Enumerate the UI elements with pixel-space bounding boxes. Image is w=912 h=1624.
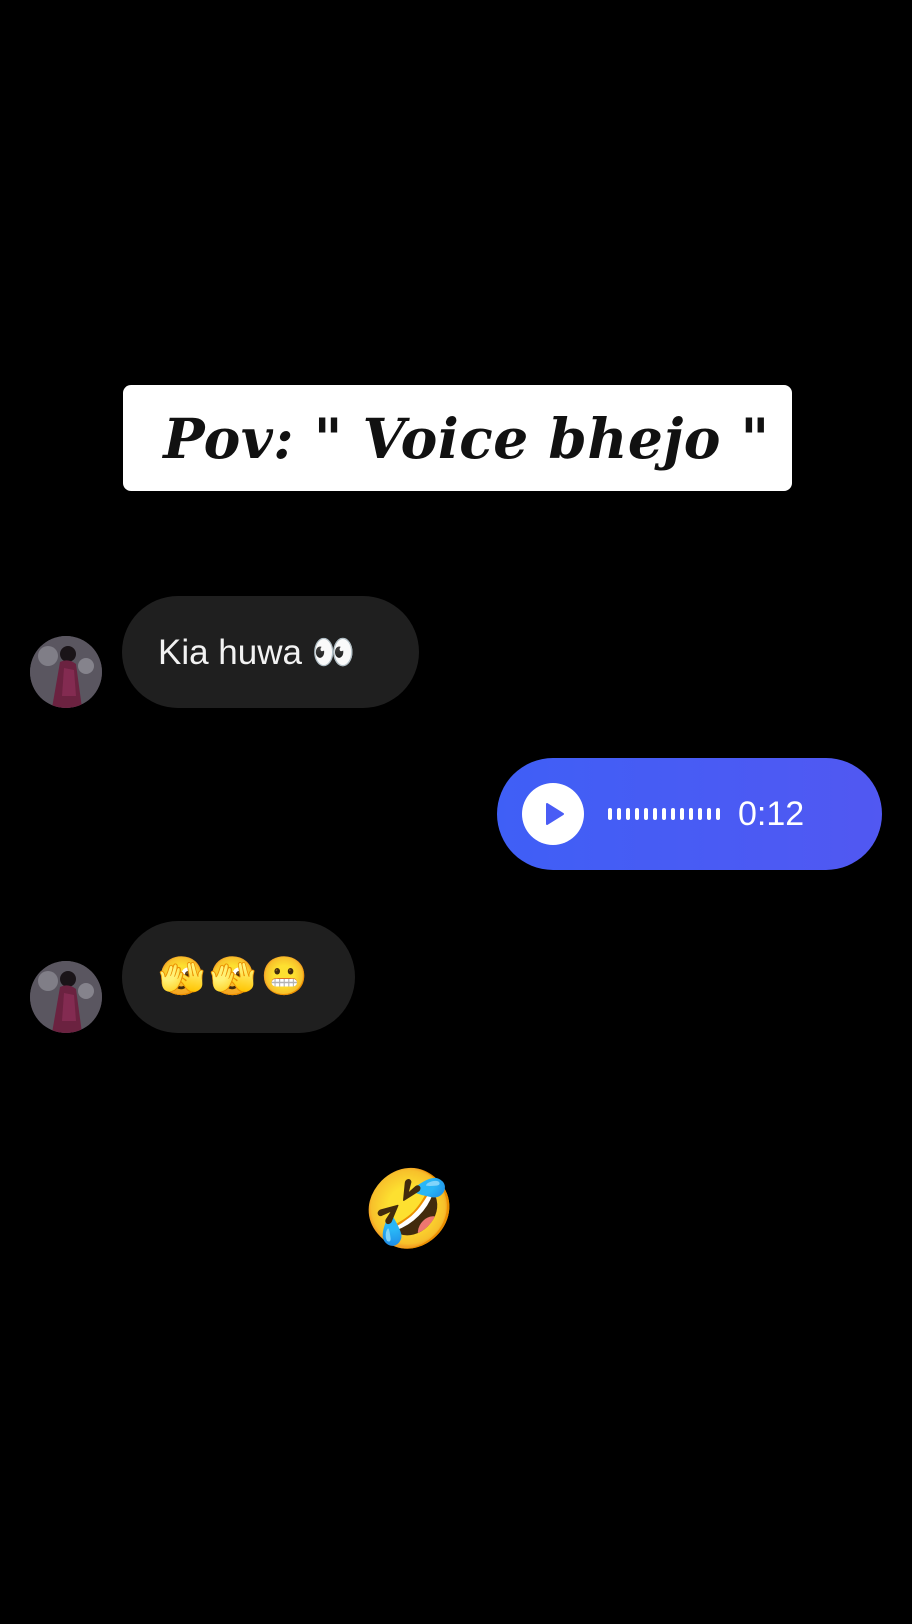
profile-photo-avatar (30, 636, 102, 708)
play-button[interactable] (522, 783, 584, 845)
message-text: 🫣🫣😬 (158, 956, 312, 998)
voice-duration: 0:12 (738, 794, 805, 833)
message-text: Kia huwa 👀 (158, 632, 356, 672)
reaction-emoji-overlay: 🤣😂 (362, 1167, 550, 1252)
incoming-message-bubble[interactable]: 🫣🫣😬 (122, 921, 355, 1033)
voice-message-bubble[interactable]: 0:12 (497, 758, 882, 870)
caption-banner: Pov: " Voice bhejo " (123, 385, 792, 491)
caption-text: Pov: " Voice bhejo " (163, 405, 770, 471)
sender-avatar[interactable] (30, 961, 102, 1033)
sender-avatar[interactable] (30, 636, 102, 708)
audio-waveform[interactable] (608, 808, 720, 820)
incoming-message-bubble[interactable]: Kia huwa 👀 (122, 596, 419, 708)
profile-photo-avatar (30, 961, 102, 1033)
play-icon (546, 803, 564, 825)
